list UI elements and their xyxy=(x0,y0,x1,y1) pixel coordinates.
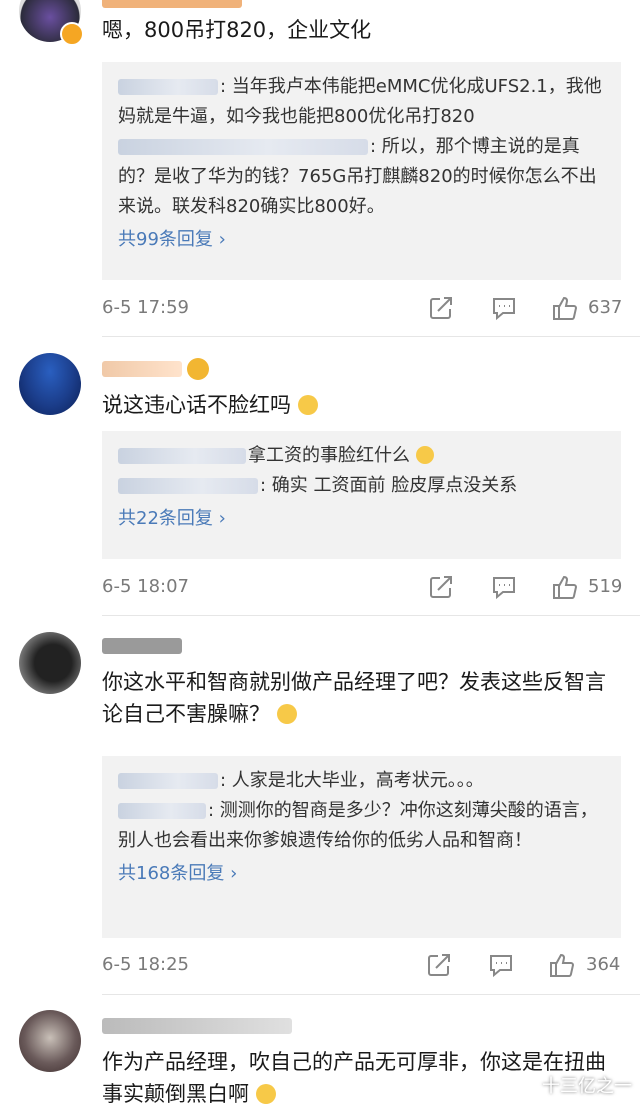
username[interactable] xyxy=(102,357,210,380)
reply-box[interactable]: : 人家是北大毕业，高考状元。。。 : 测测你的智商是多少？冲你这刻薄尖酸的语言… xyxy=(102,756,621,938)
like-count: 519 xyxy=(588,576,623,597)
crown-badge-icon xyxy=(187,357,210,380)
watermark: 十三亿之一 xyxy=(542,1076,632,1097)
comment-text: 嗯，800吊打820，企业文化 xyxy=(102,18,372,42)
reply-item[interactable]: : 所以，那个博主说的是真的？是收了华为的钱？765G吊打麒麟820的时候你怎么… xyxy=(118,132,607,222)
thumbs-up-icon[interactable] xyxy=(552,295,578,321)
share-icon[interactable] xyxy=(426,952,452,978)
reply-username[interactable] xyxy=(118,478,258,494)
reply-box[interactable]: 拿工资的事脸红什么 : 确实 工资面前 脸皮厚点没关系 共22条回复 › xyxy=(102,431,621,559)
reply-item[interactable]: 拿工资的事脸红什么 xyxy=(118,441,607,471)
reply-username[interactable] xyxy=(118,773,218,789)
reply-username[interactable] xyxy=(118,139,368,155)
timestamp: 6-5 18:25 xyxy=(102,954,189,975)
action-bar: 6-5 18:07 519 xyxy=(102,574,623,604)
action-bar: 6-5 18:25 364 xyxy=(102,952,621,982)
reply-item[interactable]: : 人家是北大毕业，高考状元。。。 xyxy=(118,766,607,796)
reply-username[interactable] xyxy=(118,803,206,819)
reply-text: : 人家是北大毕业，高考状元。。。 xyxy=(220,770,484,791)
timestamp: 6-5 18:07 xyxy=(102,576,189,597)
share-icon[interactable] xyxy=(428,295,454,321)
thinking-emoji-icon xyxy=(276,704,297,724)
divider xyxy=(102,615,640,616)
sweat-smile-emoji-icon xyxy=(255,1084,276,1104)
avatar[interactable] xyxy=(19,1010,81,1072)
verified-badge-icon xyxy=(60,22,84,46)
thumbs-up-icon[interactable] xyxy=(549,952,575,978)
thumbs-up-icon[interactable] xyxy=(552,574,578,600)
share-icon[interactable] xyxy=(428,574,454,600)
divider xyxy=(102,336,640,337)
action-bar: 6-5 17:59 637 xyxy=(102,295,623,325)
username[interactable] xyxy=(102,1014,292,1036)
reply-box[interactable]: : 当年我卢本伟能把eMMC优化成UFS2.1，我他妈就是牛逼，如今我也能把80… xyxy=(102,62,621,280)
comment-icon[interactable] xyxy=(488,952,514,978)
divider xyxy=(102,994,640,995)
username[interactable] xyxy=(102,0,242,10)
reply-username[interactable] xyxy=(118,448,246,464)
avatar[interactable] xyxy=(19,632,81,694)
comment-text: 你这水平和智商就别做产品经理了吧？发表这些反智言论自己不害臊嘛？ xyxy=(102,670,606,726)
reply-item[interactable]: : 确实 工资面前 脸皮厚点没关系 xyxy=(118,471,607,501)
more-replies-link[interactable]: 共168条回复 › xyxy=(118,858,607,890)
reply-text: 拿工资的事脸红什么 xyxy=(248,445,410,466)
more-replies-link[interactable]: 共99条回复 › xyxy=(118,224,607,256)
comment-text: 说这违心话不脸红吗 xyxy=(102,389,620,421)
laughing-emoji-icon xyxy=(297,395,318,415)
reply-item[interactable]: : 测测你的智商是多少？冲你这刻薄尖酸的语言，别人也会看出来你爹娘遗传给你的低劣… xyxy=(118,796,607,856)
avatar[interactable] xyxy=(19,353,81,415)
reply-text: : 确实 工资面前 脸皮厚点没关系 xyxy=(260,475,518,496)
username[interactable] xyxy=(102,634,182,656)
like-count: 637 xyxy=(588,297,623,318)
reply-username[interactable] xyxy=(118,79,218,95)
like-count: 364 xyxy=(586,954,621,975)
timestamp: 6-5 17:59 xyxy=(102,297,189,318)
more-replies-link[interactable]: 共22条回复 › xyxy=(118,503,607,535)
reply-item[interactable]: : 当年我卢本伟能把eMMC优化成UFS2.1，我他妈就是牛逼，如今我也能把80… xyxy=(118,72,607,132)
dog-emoji-icon xyxy=(415,446,434,464)
comment-icon[interactable] xyxy=(491,295,517,321)
comment-icon[interactable] xyxy=(491,574,517,600)
